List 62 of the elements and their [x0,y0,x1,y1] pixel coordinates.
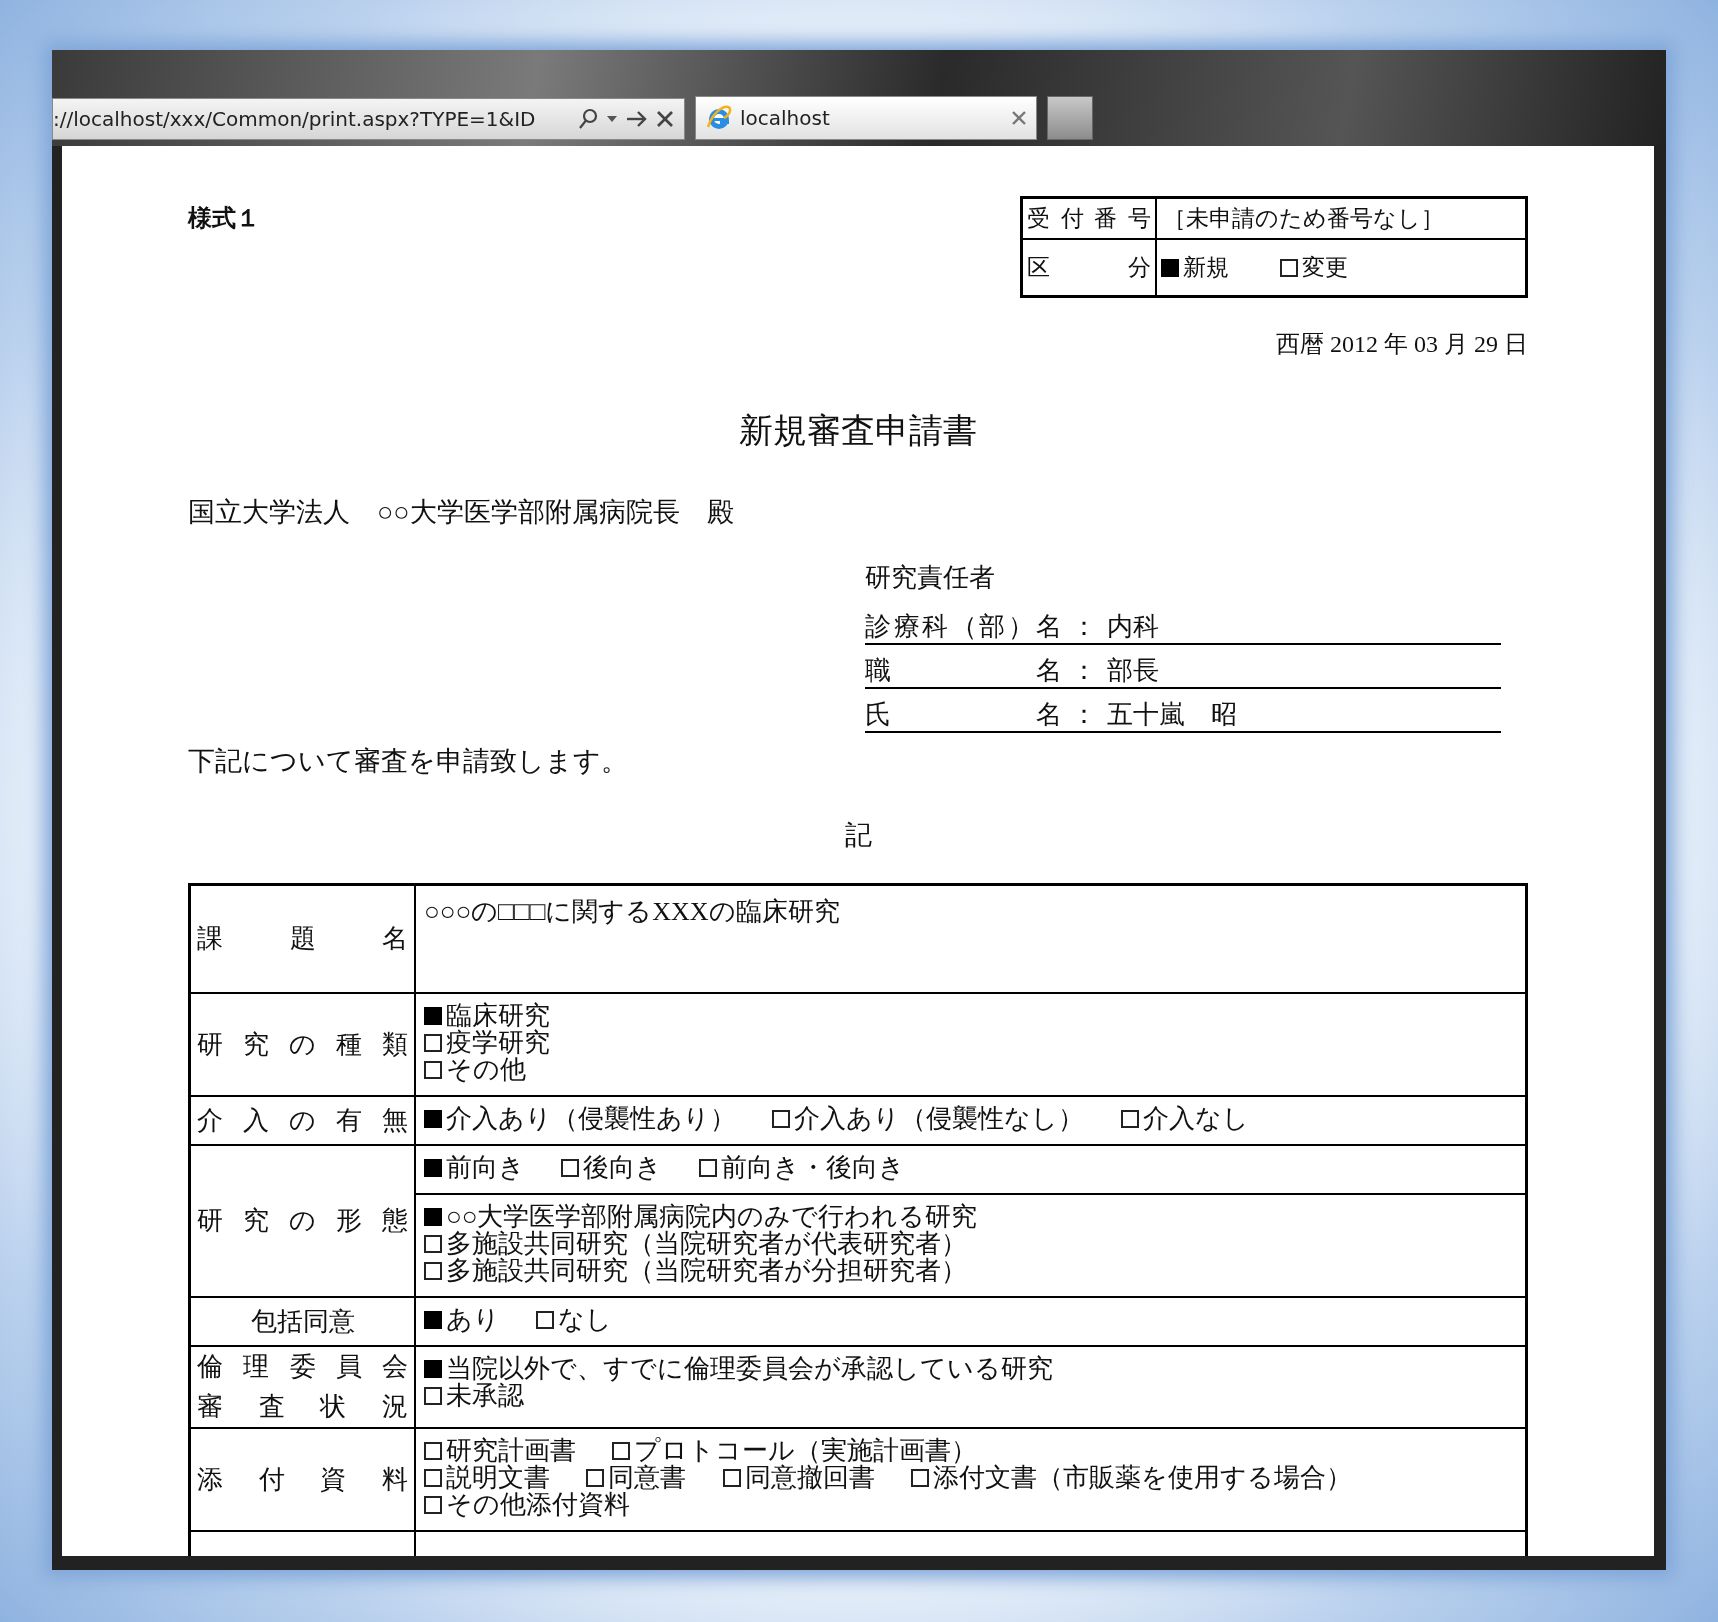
address-bar[interactable]: ://localhost/xxx/Common/print.aspx?TYPE=1&ID [52,98,685,140]
row-label: 研究の種類 [197,1028,408,1061]
colon-text: ： [1070,611,1098,643]
checkbox-option: 変更 [1279,252,1348,283]
row-label: 研究の形態 [197,1205,408,1237]
globe-e-icon [706,105,732,131]
arrow-icon[interactable] [626,110,648,128]
addressee-text: 国立大学法人 ○○大学医学部附属病院長 殿 [188,496,735,529]
checkbox-option: その他添付資料 [424,1491,630,1518]
checkbox-option: ○○大学医学部附属病院内のみで行われる研究 [424,1203,978,1230]
checkbox-option: 同意撤回書 [722,1464,875,1491]
checkbox-option: あり [424,1306,500,1333]
receipt-label: 区分 [1023,238,1157,295]
cell-text: ○○○の□□□に関するXXXの臨床研究 [424,897,840,926]
checkbox-option: 当院以外で、すでに倫理委員会が承認している研究 [424,1355,1053,1382]
checkbox-option: 後向き [561,1154,663,1181]
checkbox-option: 同意書 [586,1464,687,1491]
checkbox-option: なし [536,1306,613,1333]
close-icon[interactable] [1012,111,1026,125]
checkbox-option: 臨床研究 [424,1002,550,1029]
form-number: 様式１ [188,204,260,233]
row-label: 課題名 [197,923,408,955]
checkbox-option: 説明文書 [424,1464,550,1491]
receipt-value: ［未申請のため番号なし］ [1163,205,1444,233]
row-label: 介入の有無 [197,1104,408,1137]
field-value: 五十嵐 昭 [1107,699,1238,731]
field-label: 診療科（部）名 [865,611,1061,643]
note-heading: 記 [843,819,873,852]
field-value: 部長 [1107,655,1160,687]
checkbox-option: その他 [424,1056,526,1083]
row-label: 包括同意 [249,1305,356,1338]
browser-tab[interactable]: localhost [695,96,1037,140]
checkbox-option: 介入あり（侵襲性なし） [772,1105,1085,1132]
row-label: 倫理委員会 [197,1351,408,1383]
checkbox-option: 介入なし [1120,1105,1249,1132]
checkbox-option: プロトコール（実施計画書） [612,1437,978,1464]
colon-text: ： [1070,699,1098,731]
checkbox-option: 前向き [424,1154,525,1181]
field-value: 内科 [1107,611,1160,643]
checkbox-option: 多施設共同研究（当院研究者が分担研究者） [424,1257,967,1284]
caret-icon[interactable] [606,115,618,123]
colon-text: ： [1070,655,1098,687]
field-label: 職名 [865,655,1061,687]
field-label: 氏名 [865,699,1061,731]
checkbox-option: 研究計画書 [424,1437,576,1464]
request-text: 下記について審査を申請致します。 [188,745,629,778]
close-icon[interactable] [656,110,674,128]
researcher-heading: 研究責任者 [865,562,996,594]
checkbox-option: 未承認 [424,1382,524,1409]
date-text: 西暦 2012 年 03 月 29 日 [1275,330,1528,359]
checkbox-option: 前向き・後向き [698,1154,905,1181]
document-title: 新規審査申請書 [738,411,978,451]
checkbox-option: 添付文書（市販薬を使用する場合） [911,1464,1353,1491]
checkbox-option: 介入あり（侵襲性あり） [424,1105,736,1132]
row-label: 添付資料 [197,1463,408,1496]
search-icon[interactable] [578,108,598,130]
receipt-label: 受付番号 [1023,199,1157,238]
new-tab-button[interactable] [1047,96,1093,140]
checkbox-option: 多施設共同研究（当院研究者が代表研究者） [424,1230,967,1257]
checkbox-option: 疫学研究 [424,1029,550,1056]
row-label: 審査状況 [197,1391,408,1423]
checkbox-option: 新規 [1161,252,1229,283]
